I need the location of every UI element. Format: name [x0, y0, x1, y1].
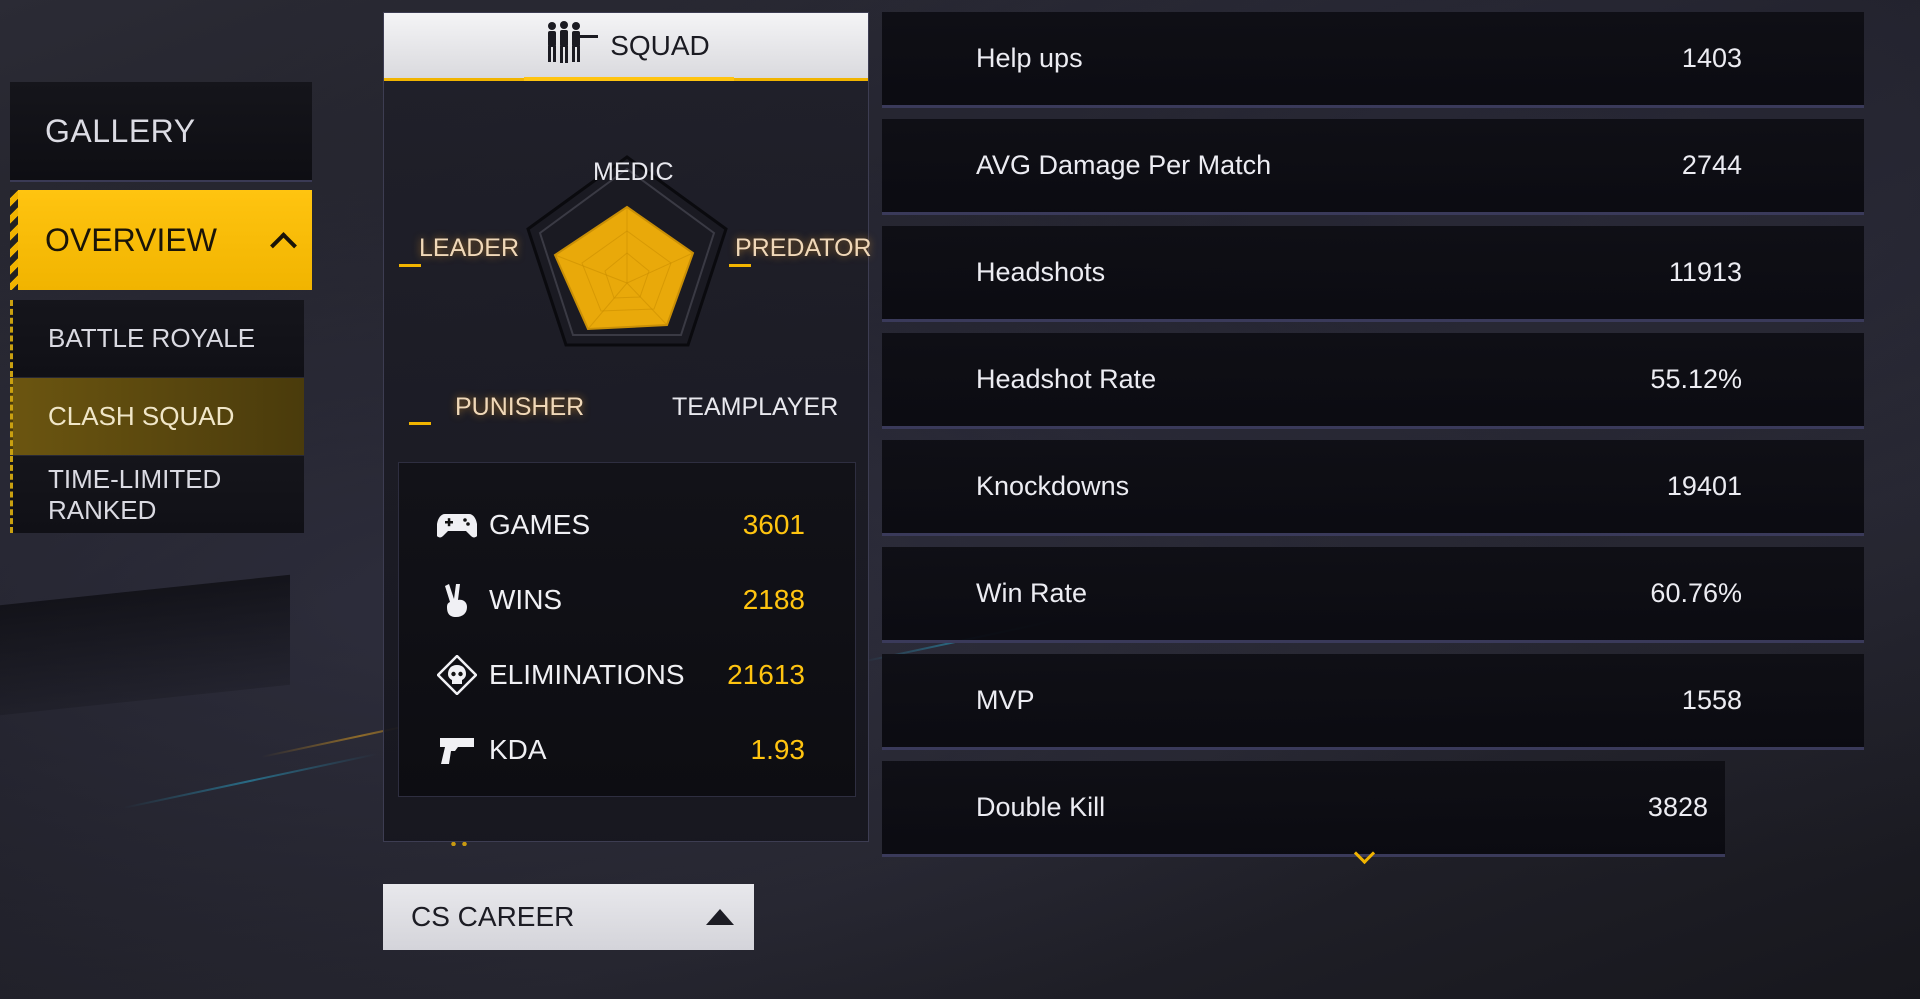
- overview-submenu: BATTLE ROYALE CLASH SQUAD TIME-LIMITED R…: [10, 300, 304, 534]
- radar-label-teamplayer: TEAMPLAYER: [672, 393, 839, 421]
- nav-gallery[interactable]: GALLERY: [10, 82, 312, 182]
- radar-label-predator: PREDATOR: [735, 234, 872, 262]
- metric-row-help-ups: Help ups 1403: [882, 12, 1864, 108]
- radar-label-leader: LEADER: [419, 234, 520, 262]
- metric-value: 60.76%: [1650, 578, 1742, 608]
- metric-value: 3828: [1647, 792, 1708, 822]
- metric-label: Knockdowns: [976, 471, 1130, 501]
- stat-label: WINS: [489, 583, 563, 615]
- stat-row-kda: KDA 1.93: [437, 712, 805, 787]
- chevron-up-icon: [268, 225, 298, 255]
- radar-label-punisher: PUNISHER: [455, 393, 585, 421]
- stat-label: ELIMINATIONS: [489, 658, 685, 690]
- pagination-dots: [448, 842, 470, 846]
- metric-label: Headshots: [976, 257, 1106, 287]
- stat-label: KDA: [489, 733, 547, 765]
- metric-value: 1558: [1681, 685, 1742, 715]
- stat-value: 21613: [727, 658, 805, 690]
- pistol-icon: [437, 730, 477, 770]
- subnav-clash-squad[interactable]: CLASH SQUAD: [10, 378, 304, 455]
- subnav-battle-royale[interactable]: BATTLE ROYALE: [10, 300, 304, 377]
- cs-career-label: CS CAREER: [411, 901, 575, 932]
- stat-value: 3601: [742, 508, 805, 540]
- stat-value: 2188: [742, 583, 805, 615]
- gamepad-icon: [437, 505, 477, 545]
- background-decoration: [0, 574, 290, 716]
- metric-value: 1403: [1681, 43, 1742, 73]
- subnav-label: TIME-LIMITED RANKED: [48, 463, 222, 525]
- stat-value: 1.93: [750, 733, 806, 765]
- squad-icon: [542, 19, 600, 72]
- skull-icon: [437, 654, 477, 695]
- stat-row-games: GAMES 3601: [437, 487, 805, 562]
- metric-label: Double Kill: [976, 792, 1106, 822]
- subnav-label: BATTLE ROYALE: [48, 323, 256, 353]
- metric-row-win-rate: Win Rate 60.76%: [882, 547, 1864, 643]
- metric-label: MVP: [976, 685, 1035, 715]
- label-marker: [399, 264, 421, 267]
- stat-label: GAMES: [489, 508, 591, 540]
- metric-label: Headshot Rate: [976, 364, 1157, 394]
- victory-hand-icon: [437, 580, 477, 620]
- playstyle-radar: MEDIC LEADER PREDATOR PUNISHER TEAMPLAYE…: [384, 113, 872, 453]
- stat-row-wins: WINS 2188: [437, 562, 805, 637]
- nav-gallery-label: GALLERY: [45, 112, 196, 149]
- metric-value: 55.12%: [1650, 364, 1742, 394]
- label-marker: [729, 264, 751, 267]
- subnav-time-limited-ranked[interactable]: TIME-LIMITED RANKED: [10, 456, 304, 533]
- stat-row-eliminations: ELIMINATIONS 21613: [437, 637, 805, 712]
- radar-label-medic: MEDIC: [593, 158, 674, 186]
- squad-tab[interactable]: SQUAD: [384, 13, 868, 81]
- caret-up-icon: [706, 909, 734, 925]
- metric-row-double-kill: Double Kill 3828: [882, 761, 1725, 857]
- cs-career-button[interactable]: CS CAREER: [383, 884, 754, 950]
- metric-label: Help ups: [976, 43, 1083, 73]
- metric-row-mvp: MVP 1558: [882, 654, 1864, 750]
- metric-label: AVG Damage Per Match: [976, 150, 1272, 180]
- squad-stats: GAMES 3601 WINS 2188 ELIMINATIONS 21613: [398, 462, 856, 797]
- light-streak: [122, 752, 378, 810]
- metric-label: Win Rate: [976, 578, 1088, 608]
- nav-overview[interactable]: OVERVIEW: [10, 190, 312, 290]
- metric-row-knockdowns: Knockdowns 19401: [882, 440, 1864, 536]
- squad-panel: SQUAD MEDIC LEADER PREDATOR PUNISHER TEA…: [383, 12, 872, 846]
- metrics-list[interactable]: Help ups 1403 AVG Damage Per Match 2744 …: [882, 12, 1864, 868]
- subnav-label: CLASH SQUAD: [48, 401, 235, 431]
- metric-row-headshot-rate: Headshot Rate 55.12%: [882, 333, 1864, 429]
- nav-overview-label: OVERVIEW: [45, 221, 217, 258]
- scroll-down-icon[interactable]: [1352, 846, 1376, 870]
- squad-title: SQUAD: [610, 29, 710, 61]
- metric-value: 2744: [1681, 150, 1742, 180]
- metric-value: 19401: [1666, 471, 1742, 501]
- metric-row-headshots: Headshots 11913: [882, 226, 1864, 322]
- metric-row-avg-damage: AVG Damage Per Match 2744: [882, 119, 1864, 215]
- label-marker: [409, 422, 431, 425]
- metric-value: 11913: [1668, 257, 1742, 287]
